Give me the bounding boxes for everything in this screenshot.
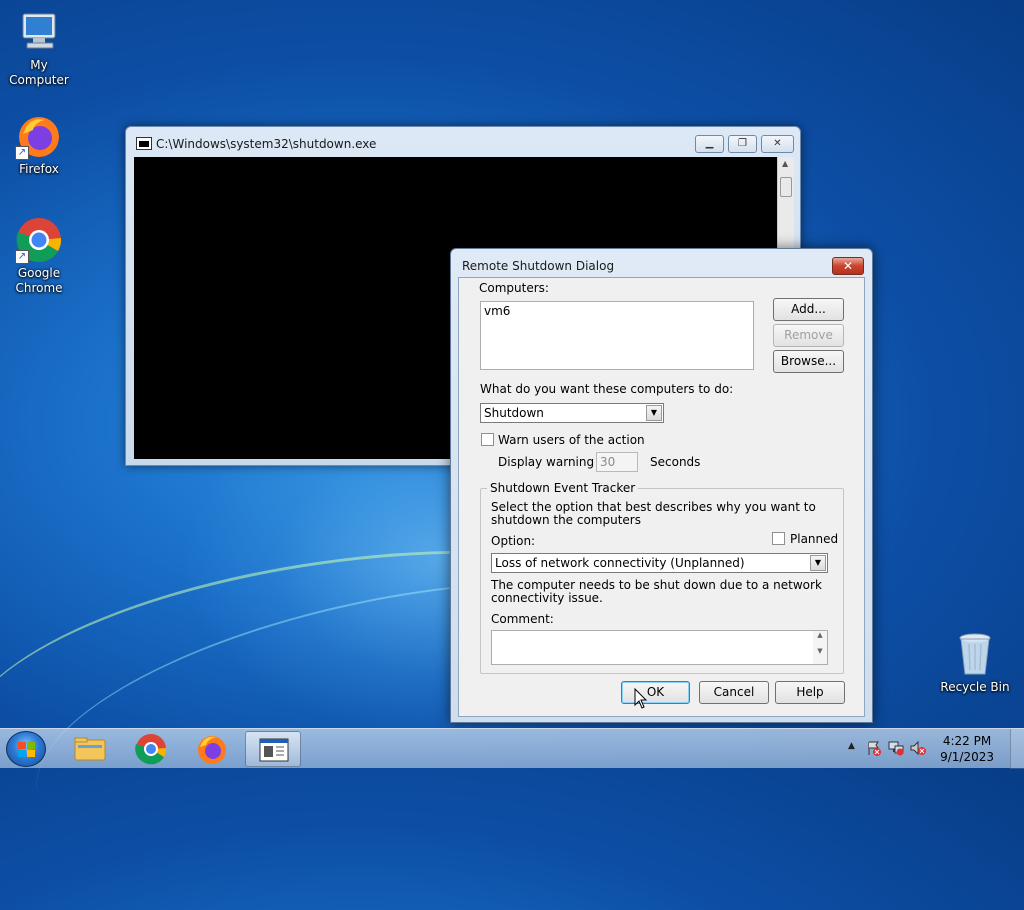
computer-icon	[15, 8, 63, 56]
desktop-icon-label: Google Chrome	[15, 266, 63, 295]
warn-users-label: Warn users of the action	[498, 433, 645, 447]
taskbar-chrome-button[interactable]	[123, 731, 179, 767]
system-tray: ▲ 4:22 PM 9/1/2023	[834, 729, 1024, 769]
shutdown-event-tracker-group: Shutdown Event Tracker Select the option…	[480, 481, 844, 674]
folder-icon	[74, 737, 106, 761]
desktop-icon-label: Recycle Bin	[940, 680, 1010, 694]
dialog-client-area: Computers: vm6 Add... Remove Browse... W…	[458, 277, 865, 717]
chrome-icon	[135, 734, 167, 765]
console-close-button[interactable]: ✕	[761, 135, 794, 153]
cancel-button[interactable]: Cancel	[699, 681, 769, 704]
shortcut-arrow-icon: ↗	[15, 146, 29, 160]
close-icon: ✕	[842, 259, 854, 273]
desktop-icon-recycle-bin[interactable]: Recycle Bin	[936, 630, 1014, 695]
chevron-down-icon[interactable]: ▼	[646, 405, 662, 421]
help-button[interactable]: Help	[775, 681, 845, 704]
desktop-icon-google-chrome[interactable]: ↗ Google Chrome	[0, 216, 78, 296]
volume-muted-icon[interactable]	[910, 740, 926, 756]
comment-scrollbar[interactable]: ▲ ▼	[813, 631, 827, 664]
desktop-icon-firefox[interactable]: ↗ Firefox	[0, 112, 78, 177]
action-select-value: Shutdown	[484, 406, 544, 420]
clock-date: 9/1/2023	[940, 750, 994, 764]
dialog-title: Remote Shutdown Dialog	[462, 259, 615, 273]
action-center-icon[interactable]	[866, 740, 882, 756]
option-select-value: Loss of network connectivity (Unplanned)	[495, 556, 745, 570]
computers-label: Computers:	[479, 281, 549, 295]
taskbar-explorer-button[interactable]	[62, 731, 118, 767]
add-button[interactable]: Add...	[773, 298, 844, 321]
comment-textarea[interactable]: ▲ ▼	[491, 630, 828, 665]
computers-list-item[interactable]: vm6	[484, 304, 750, 318]
tracker-description: Select the option that best describes wh…	[491, 500, 816, 527]
minimize-icon: ▁	[705, 138, 714, 149]
scrollbar-thumb[interactable]	[780, 177, 792, 197]
dialog-app-icon	[259, 738, 289, 762]
minimize-button[interactable]: ▁	[695, 135, 724, 153]
taskbar: ▲ 4:22 PM 9/1/2023	[0, 728, 1024, 769]
planned-label: Planned	[790, 532, 839, 546]
browse-button[interactable]: Browse...	[773, 350, 844, 373]
console-window-title: C:\Windows\system32\shutdown.exe	[156, 137, 377, 151]
console-app-icon	[136, 137, 152, 150]
warning-seconds-input[interactable]: 30	[596, 452, 638, 472]
option-description: The computer needs to be shut down due t…	[491, 578, 822, 605]
remove-button[interactable]: Remove	[773, 324, 844, 347]
tracker-legend: Shutdown Event Tracker	[487, 481, 639, 495]
ok-button[interactable]: OK	[621, 681, 690, 704]
computers-listbox[interactable]: vm6	[480, 301, 754, 370]
desktop-icon-my-computer[interactable]: My Computer	[0, 8, 78, 88]
option-label: Option:	[491, 534, 536, 548]
taskbar-shutdown-dialog-button[interactable]	[245, 731, 301, 767]
taskbar-clock[interactable]: 4:22 PM 9/1/2023	[940, 733, 994, 765]
shortcut-arrow-icon: ↗	[15, 250, 29, 264]
show-desktop-button[interactable]	[1010, 729, 1024, 769]
seconds-label: Seconds	[650, 455, 701, 469]
windows-logo-icon	[18, 742, 36, 758]
action-select[interactable]: Shutdown ▼	[480, 403, 664, 423]
maximize-button[interactable]: ❐	[728, 135, 757, 153]
planned-checkbox[interactable]	[772, 532, 785, 545]
option-select[interactable]: Loss of network connectivity (Unplanned)…	[491, 553, 828, 573]
chrome-icon: ↗	[15, 216, 63, 264]
firefox-icon: ↗	[15, 112, 63, 160]
taskbar-firefox-button[interactable]	[184, 731, 240, 767]
recycle-bin-icon	[951, 630, 999, 678]
firefox-icon	[198, 736, 226, 764]
mouse-cursor-icon	[634, 688, 648, 709]
action-question-label: What do you want these computers to do:	[480, 382, 734, 396]
desktop-icon-label: Firefox	[19, 162, 59, 176]
warn-users-checkbox[interactable]	[481, 433, 494, 446]
restore-icon: ❐	[738, 138, 747, 149]
comment-label: Comment:	[491, 612, 554, 626]
scroll-up-arrow-icon[interactable]: ▲	[782, 159, 788, 168]
remote-shutdown-dialog[interactable]: Remote Shutdown Dialog ✕ Computers: vm6 …	[450, 248, 873, 723]
network-icon[interactable]	[888, 740, 904, 756]
dialog-close-button[interactable]: ✕	[832, 257, 864, 275]
chevron-down-icon[interactable]: ▼	[810, 555, 826, 571]
show-hidden-icons-icon[interactable]: ▲	[848, 741, 855, 751]
desktop-icon-label: My Computer	[9, 58, 69, 87]
close-icon: ✕	[773, 138, 782, 149]
start-button[interactable]	[6, 731, 46, 767]
clock-time: 4:22 PM	[942, 734, 992, 748]
